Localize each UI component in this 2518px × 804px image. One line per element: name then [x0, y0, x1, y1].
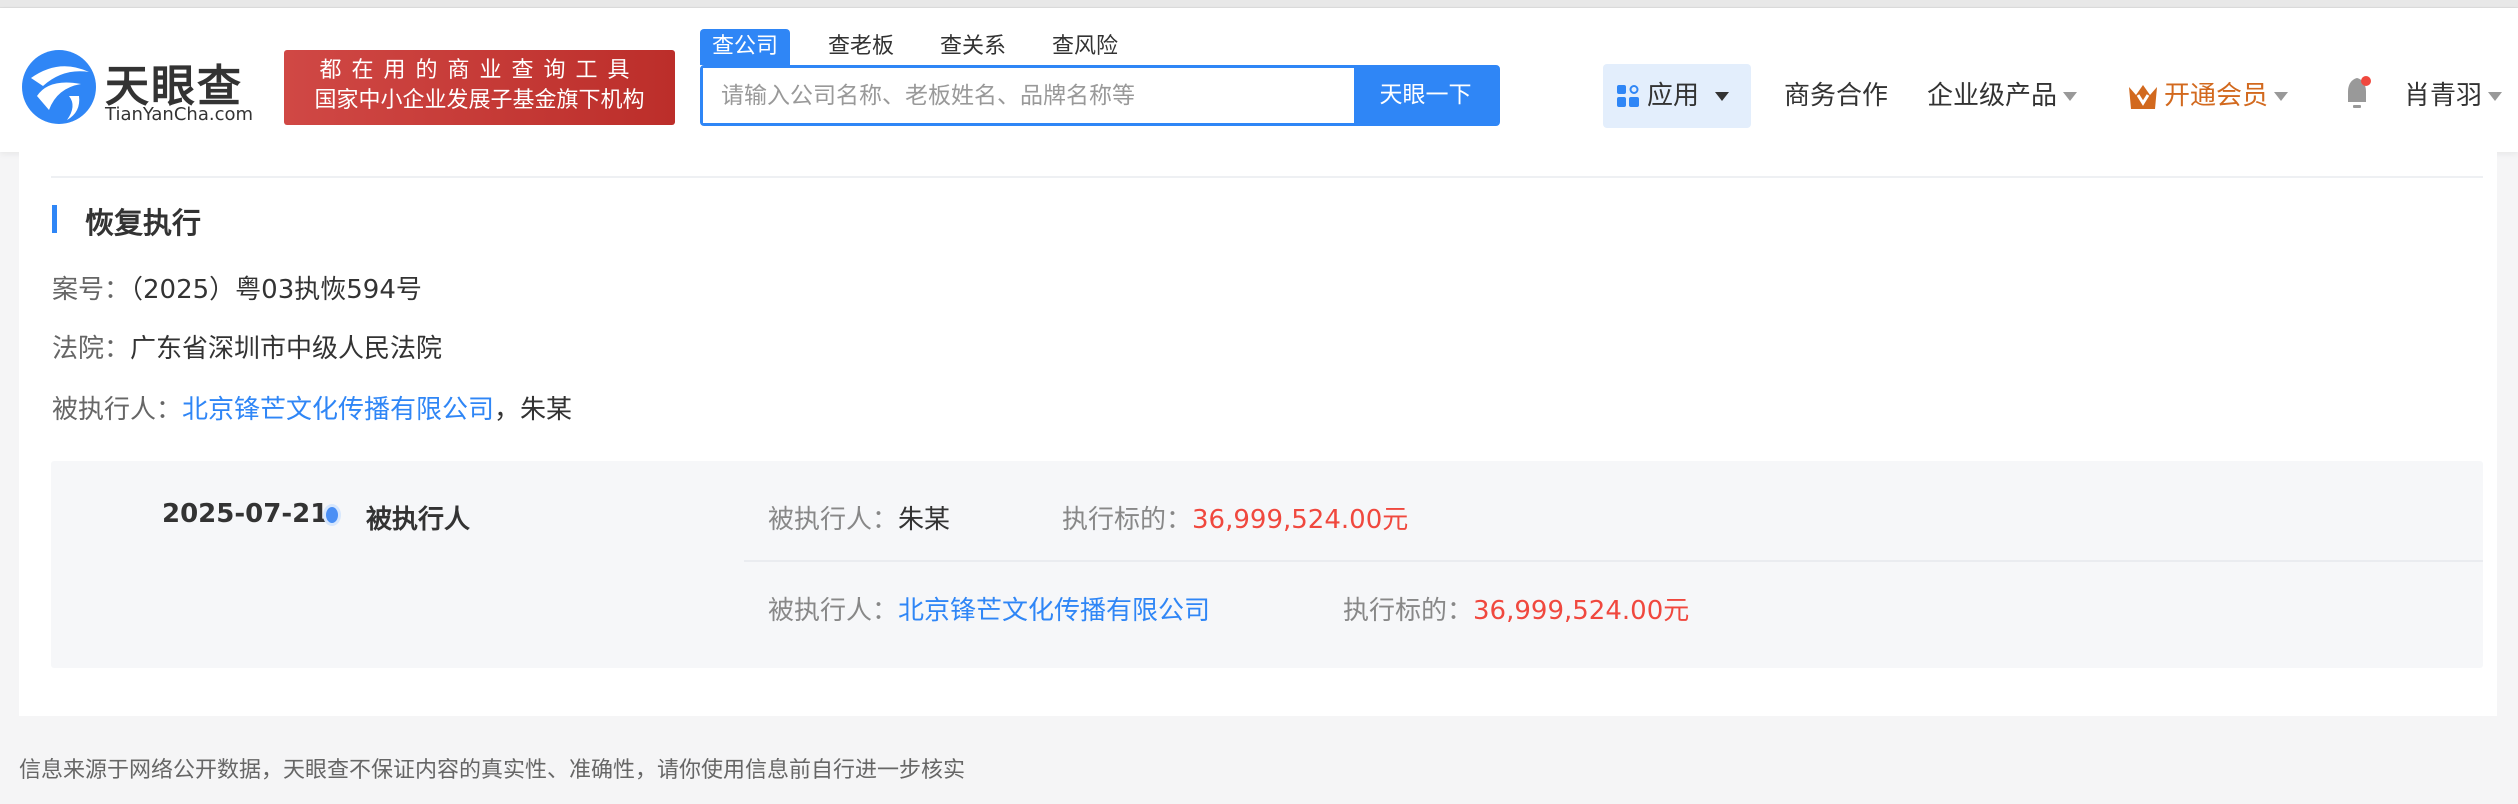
party-name: 朱某	[898, 505, 951, 535]
amount-label: 执行标的：	[1062, 505, 1193, 535]
amount-field: 执行标的：36,999,524.00元	[1062, 499, 1408, 536]
case-number: （2025）粤03执恢594号	[130, 275, 422, 305]
tianyancha-logo-icon	[22, 50, 96, 124]
timeline-dot-icon	[326, 507, 338, 523]
nav-enterprise-label: 企业级产品	[1927, 81, 2058, 111]
party-person: 朱某	[520, 395, 573, 425]
timeline-type: 被执行人	[366, 505, 471, 535]
court-label: 法院：	[52, 334, 131, 364]
party-field: 被执行人：北京锋芒文化传播有限公司，朱某	[52, 389, 572, 426]
apps-grid-icon	[1617, 85, 1639, 107]
court-field: 法院：广东省深圳市中级人民法院	[52, 328, 442, 365]
notification-bell[interactable]	[2342, 76, 2372, 112]
case-label: 案号：	[52, 275, 131, 305]
slogan-banner: 都在用的商业查询工具 国家中小企业发展子基金旗下机构	[284, 50, 675, 125]
apps-button[interactable]: 应用	[1603, 64, 1751, 128]
logo-domain: TianYanCha.com	[105, 104, 254, 125]
amount-label: 执行标的：	[1343, 596, 1474, 626]
caret-down-icon	[1715, 92, 1729, 101]
search-input[interactable]	[703, 68, 1357, 123]
amount-value: 36,999,524.00元	[1192, 505, 1409, 535]
amount-value: 36,999,524.00元	[1473, 596, 1690, 626]
case-number-field: 案号：（2025）粤03执恢594号	[52, 269, 422, 306]
tab-boss[interactable]: 查老板	[816, 29, 906, 65]
nav-enterprise[interactable]: 企业级产品	[1927, 76, 2078, 116]
apps-label: 应用	[1647, 81, 1700, 111]
section-title: 恢复执行	[85, 206, 202, 240]
court-name: 广东省深圳市中级人民法院	[130, 334, 443, 364]
logo[interactable]: 天眼查 TianYanCha.com	[19, 48, 269, 126]
separator: ，	[494, 395, 521, 425]
party-label: 被执行人：	[768, 505, 899, 535]
tab-relation[interactable]: 查关系	[928, 29, 1018, 65]
slogan-line-2: 国家中小企业发展子基金旗下机构	[314, 88, 645, 113]
caret-down-icon	[2488, 92, 2503, 101]
crown-icon	[2129, 84, 2157, 109]
search-button[interactable]: 天眼一下	[1354, 65, 1497, 126]
timeline-row: 被执行人：北京锋芒文化传播有限公司	[768, 590, 1210, 627]
divider	[51, 176, 2483, 178]
slogan-line-1: 都在用的商业查询工具	[319, 58, 640, 83]
nav-business[interactable]: 商务合作	[1784, 76, 1888, 116]
title-accent-bar	[52, 205, 57, 233]
tab-company[interactable]: 查公司	[700, 29, 791, 65]
party-company-link[interactable]: 北京锋芒文化传播有限公司	[898, 596, 1210, 626]
party-company-link[interactable]: 北京锋芒文化传播有限公司	[182, 395, 494, 425]
timeline-row: 被执行人：朱某	[768, 499, 950, 536]
row-divider	[744, 560, 2483, 562]
timeline-date: 2025-07-21	[162, 499, 329, 529]
bell-icon	[2348, 76, 2371, 108]
nav-vip-label: 开通会员	[2164, 81, 2269, 111]
caret-down-icon	[2063, 92, 2078, 101]
browser-strip	[0, 0, 2518, 8]
disclaimer: 信息来源于网络公开数据，天眼查不保证内容的真实性、准确性，请你使用信息前自行进一…	[19, 758, 966, 783]
amount-field: 执行标的：36,999,524.00元	[1343, 590, 1689, 627]
caret-down-icon	[2274, 92, 2289, 101]
user-name: 肖青羽	[2404, 81, 2483, 111]
nav-vip[interactable]: 开通会员	[2128, 76, 2289, 116]
party-label: 被执行人：	[52, 395, 183, 425]
party-label: 被执行人：	[768, 596, 899, 626]
search-box: 天眼一下	[700, 65, 1500, 126]
timeline-box	[51, 461, 2483, 668]
user-menu[interactable]: 肖青羽	[2404, 76, 2503, 116]
tab-risk[interactable]: 查风险	[1040, 29, 1130, 65]
